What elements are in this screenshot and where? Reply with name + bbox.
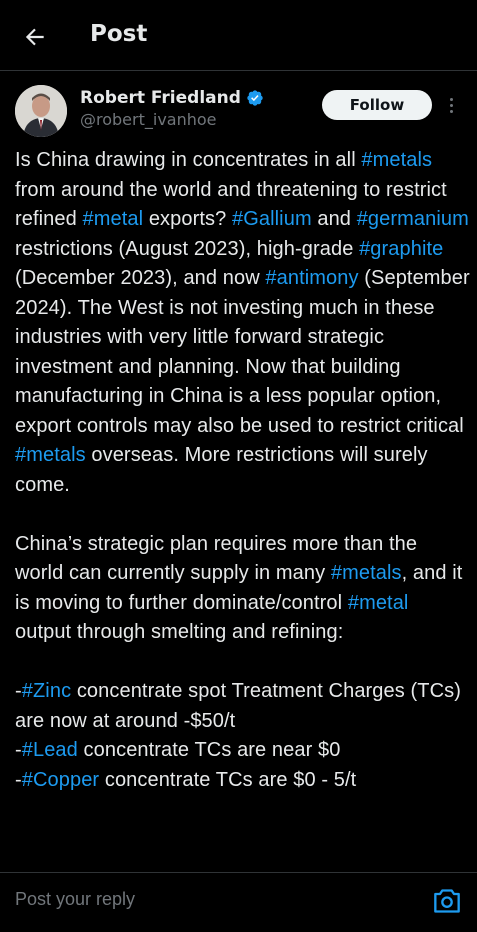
post-text-segment: (December 2023), and now	[15, 267, 266, 289]
follow-button[interactable]: Follow	[322, 90, 432, 120]
avatar[interactable]	[15, 85, 67, 137]
post-text: Is China drawing in concentrates in all …	[15, 146, 470, 795]
post-paragraph: Is China drawing in concentrates in all …	[15, 146, 470, 500]
post-text-segment: exports?	[143, 208, 232, 230]
hashtag-link[interactable]: #Gallium	[232, 208, 312, 230]
more-options-icon[interactable]	[445, 95, 457, 119]
reply-input[interactable]: Post your reply	[15, 889, 135, 910]
hashtag-link[interactable]: #metal	[83, 208, 144, 230]
post-text-segment: concentrate TCs are near $0	[77, 739, 341, 761]
hashtag-link[interactable]: #Copper	[22, 769, 99, 791]
post-paragraph: -#Copper concentrate TCs are $0 - 5/t	[15, 766, 470, 796]
camera-icon[interactable]	[433, 888, 461, 914]
post-text-segment: Is China drawing in concentrates in all	[15, 149, 362, 171]
post-text-segment: -	[15, 739, 22, 761]
verified-badge-icon	[247, 90, 263, 106]
post-text-segment: output through smelting and refining:	[15, 621, 344, 643]
hashtag-link[interactable]: #metals	[331, 562, 402, 584]
post-text-segment: and	[311, 208, 357, 230]
hashtag-link[interactable]: #metals	[15, 444, 86, 466]
hashtag-link[interactable]: #germanium	[357, 208, 469, 230]
avatar-image	[15, 85, 67, 137]
arrow-left-icon[interactable]	[22, 24, 48, 50]
author-handle[interactable]: @robert_ivanhoe	[80, 110, 217, 129]
author-name[interactable]: Robert Friedland	[80, 88, 241, 108]
author-name-row[interactable]: Robert Friedland	[80, 88, 264, 108]
hashtag-link[interactable]: #antimony	[265, 267, 358, 289]
hashtag-link[interactable]: #graphite	[359, 238, 443, 260]
reply-bar: Post your reply	[0, 872, 477, 932]
hashtag-link[interactable]: #metals	[361, 149, 432, 171]
hashtag-link[interactable]: #Zinc	[22, 680, 71, 702]
post-text-segment: restrictions (August 2023), high-grade	[15, 237, 360, 260]
post-paragraph: -#Zinc concentrate spot Treatment Charge…	[15, 677, 470, 736]
hashtag-link[interactable]: #metal	[348, 592, 409, 614]
post-text-segment: concentrate TCs are $0 - 5/t	[99, 768, 357, 791]
post-paragraph: China’s strategic plan requires more tha…	[15, 530, 470, 648]
hashtag-link[interactable]: #Lead	[22, 739, 78, 761]
post-text-segment: (September 2024). The West is not invest…	[15, 267, 470, 437]
post-text-segment: -	[15, 680, 22, 702]
header-divider	[0, 70, 477, 71]
post-text-segment: -	[15, 768, 22, 791]
post-text-segment: concentrate spot Treatment Charges (TCs)…	[15, 680, 461, 732]
post-paragraph: -#Lead concentrate TCs are near $0	[15, 736, 470, 766]
top-bar: Post	[0, 0, 477, 72]
page-title: Post	[90, 21, 148, 47]
